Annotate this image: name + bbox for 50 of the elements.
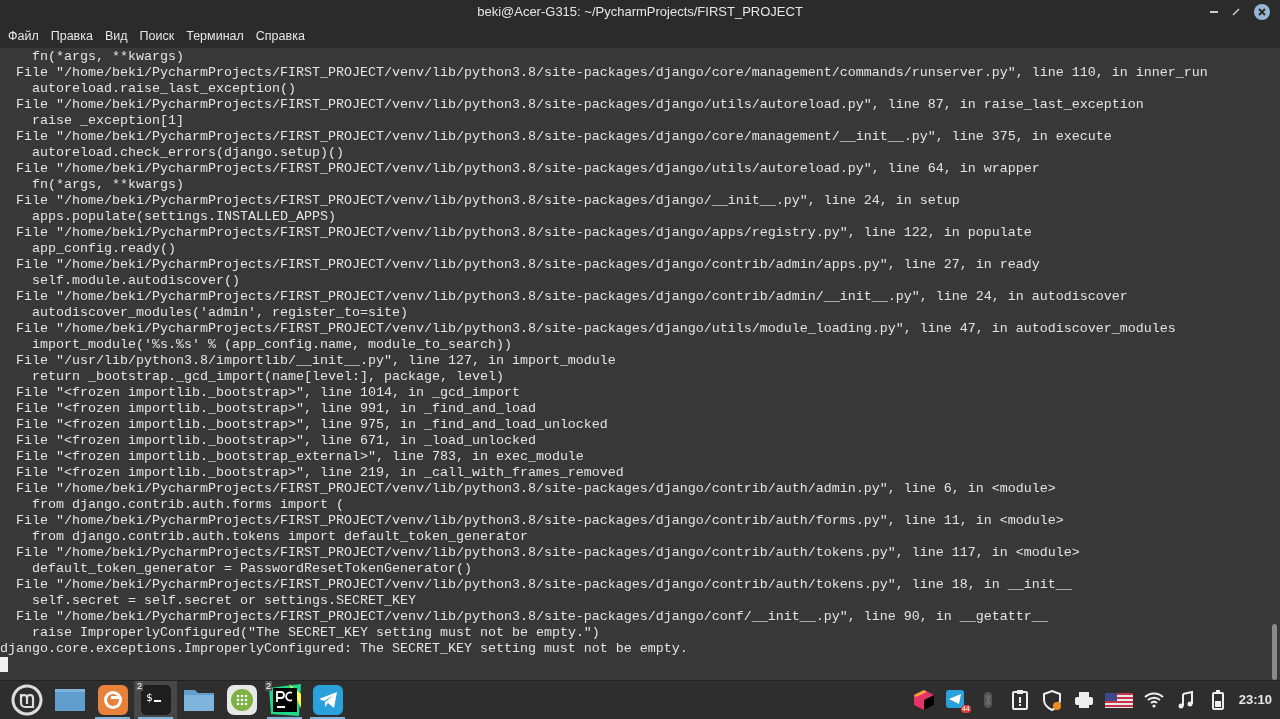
error-message: django.core.exceptions.ImproperlyConfigured: The SECRET_KEY setting must not be empty. [0, 641, 689, 657]
traceback-line: File "/home/beki/PycharmProjects/FIRST_PROJECT/venv/lib/python3.8/site-packages/django/apps/registry.py", line 122, in populate [15, 225, 1033, 241]
taskbar-launcher[interactable]: $ 2 [134, 681, 177, 719]
menu-item[interactable]: Файл [2, 26, 45, 46]
window-count: 2 [136, 681, 143, 691]
traceback-line: File "/home/beki/PycharmProjects/FIRST_PROJECT/venv/lib/python3.8/site-packages/django/core/management/__init__.py", line 375, in execute [15, 129, 1113, 145]
menu-item[interactable]: Справка [249, 26, 311, 46]
code-line: from django.contrib.auth.tokens import default_token_generator [31, 529, 529, 545]
menu-item[interactable]: Правка [44, 26, 99, 46]
code-line: apps.populate(settings.INSTALLED_APPS) [31, 209, 337, 225]
traceback-line: File "<frozen importlib._bootstrap>", line 1014, in _gcd_import [15, 385, 521, 401]
traceback-line: File "/home/beki/PycharmProjects/FIRST_PROJECT/venv/lib/python3.8/site-packages/django/conf/__init__.py", line 90, in __getattr__ [15, 609, 1049, 625]
traceback-line: File "<frozen importlib._bootstrap>", line 219, in _call_with_frames_removed [15, 465, 625, 481]
traceback-line: File "<frozen importlib._bootstrap>", line 975, in _find_and_load_unlocked [15, 417, 609, 433]
code-line: app_config.ready() [31, 241, 177, 257]
menu-item[interactable]: Терминал [180, 26, 250, 46]
code-line: fn(*args, **kwargs) [31, 49, 185, 65]
window-count: 2 [265, 681, 272, 691]
code-line: fn(*args, **kwargs) [31, 177, 185, 193]
traceback-line: File "/home/beki/PycharmProjects/FIRST_PROJECT/venv/lib/python3.8/site-packages/django/__init__.py", line 24, in setup [15, 193, 961, 209]
taskbar-launcher[interactable]: 2 [263, 681, 306, 719]
traceback-line: File "/home/beki/PycharmProjects/FIRST_PROJECT/venv/lib/python3.8/site-packages/django/contrib/auth/tokens.py", line 117, in <module> [15, 545, 1081, 561]
traceback-line: File "/home/beki/PycharmProjects/FIRST_PROJECT/venv/lib/python3.8/site-packages/django/utils/module_loading.py", line 47, in autodiscover_modules [15, 321, 1177, 337]
window-title: beki@Acer-G315: ~/PycharmProjects/FIRST_PROJECT [477, 3, 803, 22]
traceback-line: File "<frozen importlib._bootstrap>", line 991, in _find_and_load [15, 401, 537, 417]
code-line: raise _exception[1] [31, 113, 185, 129]
clock[interactable]: 23:10 [1238, 690, 1272, 710]
code-line: self.secret = self.secret or settings.SECRET_KEY [31, 593, 417, 609]
traceback-line: File "/home/beki/PycharmProjects/FIRST_PROJECT/venv/lib/python3.8/site-packages/django/contrib/auth/tokens.py", line 18, in __init__ [15, 577, 1073, 593]
traceback-line: File "/home/beki/PycharmProjects/FIRST_PROJECT/venv/lib/python3.8/site-packages/django/contrib/admin/apps.py", line 27, in ready [15, 257, 1041, 273]
traceback-line: File "/home/beki/PycharmProjects/FIRST_PROJECT/venv/lib/python3.8/site-packages/django/core/management/commands/runserver.py", line 110, in inner_run [15, 65, 1209, 81]
traceback-line: File "<frozen importlib._bootstrap_external>", line 783, in exec_module [15, 449, 585, 465]
code-line: autoreload.check_errors(django.setup)() [31, 145, 345, 161]
traceback-line: File "<frozen importlib._bootstrap>", line 671, in _load_unlocked [15, 433, 537, 449]
code-line: import_module('%s.%s' % (app_config.name, module_to_search)) [31, 337, 513, 353]
traceback-line: File "/home/beki/PycharmProjects/FIRST_PROJECT/venv/lib/python3.8/site-packages/django/contrib/auth/forms.py", line 11, in <module> [15, 513, 1065, 529]
menu-item[interactable]: Вид [98, 26, 134, 46]
code-line: return _bootstrap._gcd_import(name[level:], package, level) [31, 369, 505, 385]
traceback-line: File "/home/beki/PycharmProjects/FIRST_PROJECT/venv/lib/python3.8/site-packages/django/utils/autoreload.py", line 87, in raise_last_exception [15, 97, 1145, 113]
menu-item[interactable]: Поиск [133, 26, 181, 46]
code-line: raise ImproperlyConfigured("The SECRET_KEY setting must not be empty.") [31, 625, 601, 641]
code-line: self.module.autodiscover() [31, 273, 241, 289]
code-line: default_token_generator = PasswordResetTokenGenerator() [31, 561, 473, 577]
traceback-line: File "/home/beki/PycharmProjects/FIRST_PROJECT/venv/lib/python3.8/site-packages/django/contrib/auth/admin.py", line 6, in <module> [15, 481, 1057, 497]
traceback-line: File "/home/beki/PycharmProjects/FIRST_PROJECT/venv/lib/python3.8/site-packages/django/contrib/admin/__init__.py", line 24, in autodiscover [15, 289, 1129, 305]
code-line: from django.contrib.auth.forms import ( [31, 497, 345, 513]
traceback-line: File "/usr/lib/python3.8/importlib/__init__.py", line 127, in import_module [15, 353, 617, 369]
traceback-line: File "/home/beki/PycharmProjects/FIRST_PROJECT/venv/lib/python3.8/site-packages/django/utils/autoreload.py", line 64, in wrapper [15, 161, 1041, 177]
code-line: autodiscover_modules('admin', register_to=site) [31, 305, 409, 321]
code-line: autoreload.raise_last_exception() [31, 81, 297, 97]
